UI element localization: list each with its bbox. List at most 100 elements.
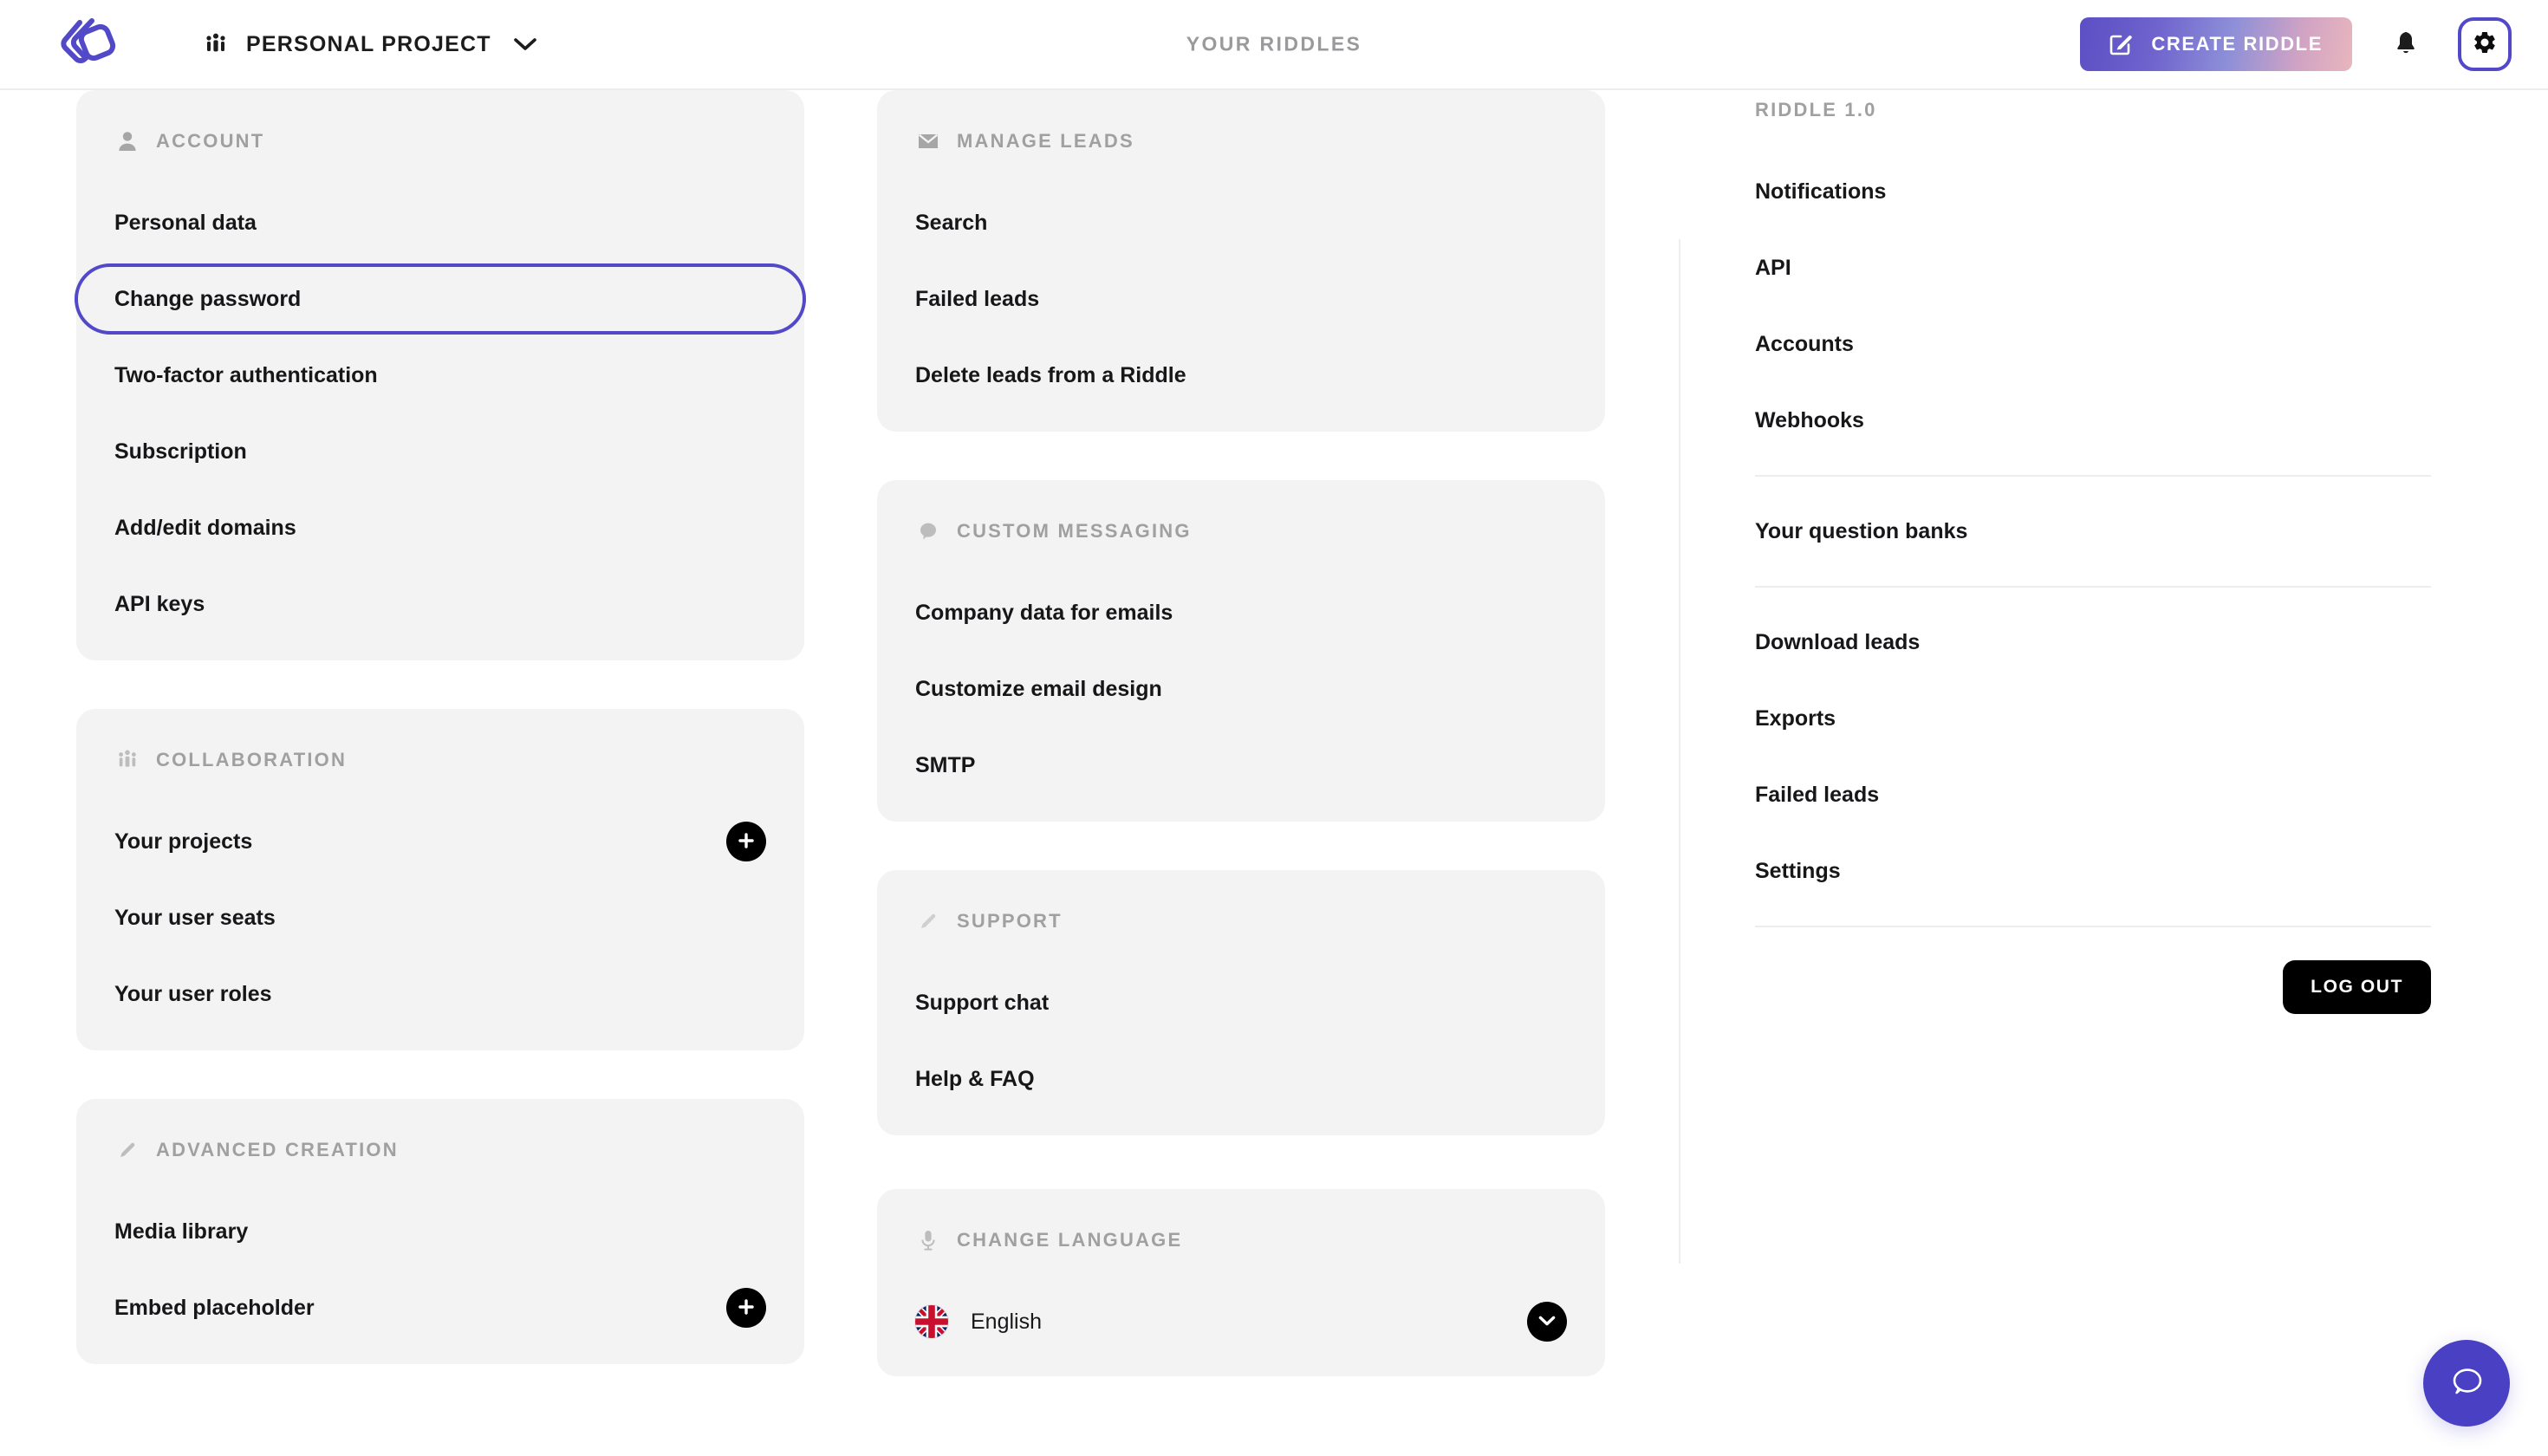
chevron-down-icon[interactable] — [513, 37, 536, 51]
create-riddle-label: CREATE RIDDLE — [2151, 33, 2323, 55]
settings-row-help-and-faq[interactable]: Help & FAQ — [915, 1054, 1567, 1104]
card-header: CUSTOM MESSAGING — [915, 511, 1567, 551]
settings-row-your-user-roles[interactable]: Your user roles — [114, 969, 766, 1019]
settings-button[interactable] — [2458, 17, 2512, 71]
settings-row-media-library[interactable]: Media library — [114, 1206, 766, 1257]
row-label[interactable]: Your projects — [114, 829, 252, 855]
card-title: ADVANCED CREATION — [156, 1139, 399, 1160]
settings-row-webhooks[interactable]: Webhooks — [1755, 395, 2431, 445]
settings-row-two-factor-authentication[interactable]: Two-factor authentication — [114, 350, 766, 400]
row-label[interactable]: Delete leads from a Riddle — [915, 363, 1186, 388]
right-column: RIDDLE 1.0 Notifications API Accounts We… — [1755, 90, 2431, 1014]
row-label[interactable]: Search — [915, 211, 987, 236]
pencil-icon — [915, 908, 941, 934]
support-chat-button[interactable] — [2423, 1340, 2510, 1427]
column-divider — [1679, 239, 1680, 1264]
row-label[interactable]: Failed leads — [1755, 783, 1879, 808]
pencil-icon — [114, 1137, 140, 1163]
settings-row-change-password[interactable]: Change password — [75, 263, 806, 335]
settings-row-your-user-seats[interactable]: Your user seats — [114, 893, 766, 943]
top-header-bar: PERSONAL PROJECT YOUR RIDDLES CREATE RID… — [0, 0, 2548, 90]
people-icon — [114, 747, 140, 773]
row-label[interactable]: Change password — [114, 287, 301, 312]
row-label[interactable]: Support chat — [915, 991, 1049, 1016]
settings-row-your-projects[interactable]: Your projects — [114, 816, 766, 867]
row-label[interactable]: Add/edit domains — [114, 516, 296, 541]
row-label[interactable]: Failed leads — [915, 287, 1039, 312]
row-label[interactable]: Download leads — [1755, 630, 1920, 655]
row-label[interactable]: Webhooks — [1755, 408, 1864, 433]
app-logo[interactable] — [54, 17, 120, 71]
row-label[interactable]: Media library — [114, 1219, 248, 1245]
settings-row-accounts[interactable]: Accounts — [1755, 319, 2431, 369]
row-label[interactable]: Customize email design — [915, 677, 1162, 702]
settings-row-api-keys[interactable]: API keys — [114, 579, 766, 629]
row-label[interactable]: Your user roles — [114, 982, 272, 1007]
settings-row-support-chat[interactable]: Support chat — [915, 978, 1567, 1028]
settings-row-customize-email-design[interactable]: Customize email design — [915, 664, 1567, 714]
row-label[interactable]: Embed placeholder — [114, 1296, 315, 1321]
settings-row-settings[interactable]: Settings — [1755, 846, 2431, 896]
settings-row-exports[interactable]: Exports — [1755, 693, 2431, 744]
riddle-version-title: RIDDLE 1.0 — [1755, 99, 1877, 120]
row-label[interactable]: Help & FAQ — [915, 1067, 1035, 1092]
row-label[interactable]: Two-factor authentication — [114, 363, 378, 388]
row-label[interactable]: Your question banks — [1755, 519, 1967, 544]
card-header: ACCOUNT — [114, 121, 766, 161]
logout-row: LOG OUT — [1755, 960, 2431, 1014]
language-selector[interactable]: English — [915, 1297, 1567, 1347]
middle-column: MANAGE LEADS Search Failed leads Delete … — [877, 90, 1605, 1376]
settings-row-failed-leads-v1[interactable]: Failed leads — [1755, 770, 2431, 820]
settings-row-subscription[interactable]: Subscription — [114, 426, 766, 477]
settings-row-failed-leads[interactable]: Failed leads — [915, 274, 1567, 324]
row-label[interactable]: Notifications — [1755, 179, 1886, 205]
notifications-button[interactable] — [2389, 24, 2423, 65]
card-title: COLLABORATION — [156, 749, 348, 770]
settings-row-delete-leads-from-a-riddle[interactable]: Delete leads from a Riddle — [915, 350, 1567, 400]
section-divider — [1755, 475, 2431, 477]
people-icon — [205, 33, 227, 55]
add-project-button[interactable] — [726, 822, 766, 861]
card-title: MANAGE LEADS — [957, 130, 1134, 152]
settings-row-download-leads[interactable]: Download leads — [1755, 617, 2431, 667]
selected-language-label: English — [971, 1309, 1042, 1334]
row-label[interactable]: Personal data — [114, 211, 257, 236]
add-embed-placeholder-button[interactable] — [726, 1288, 766, 1328]
logout-button[interactable]: LOG OUT — [2283, 960, 2431, 1014]
settings-row-your-question-banks[interactable]: Your question banks — [1755, 506, 2431, 556]
row-label[interactable]: Exports — [1755, 706, 1836, 731]
row-label[interactable]: SMTP — [915, 753, 975, 778]
collaboration-card: COLLABORATION Your projects Your user se… — [76, 709, 804, 1050]
settings-row-smtp[interactable]: SMTP — [915, 740, 1567, 790]
row-label[interactable]: Subscription — [114, 439, 247, 465]
settings-row-embed-placeholder[interactable]: Embed placeholder — [114, 1283, 766, 1333]
account-card: ACCOUNT Personal data Change password Tw… — [75, 90, 806, 660]
row-label[interactable]: API — [1755, 256, 1791, 281]
row-label[interactable]: Accounts — [1755, 332, 1854, 357]
row-label[interactable]: API keys — [114, 592, 205, 617]
chevron-down-icon — [1538, 1315, 1556, 1329]
chat-bubble-icon — [2447, 1362, 2486, 1405]
settings-row-search[interactable]: Search — [915, 198, 1567, 248]
create-riddle-button[interactable]: CREATE RIDDLE — [2080, 17, 2352, 71]
project-switcher[interactable]: PERSONAL PROJECT — [205, 32, 536, 57]
settings-row-api[interactable]: API — [1755, 243, 2431, 293]
settings-row-add-edit-domains[interactable]: Add/edit domains — [114, 503, 766, 553]
riddle-logo-icon — [61, 18, 116, 63]
settings-row-personal-data[interactable]: Personal data — [114, 198, 766, 248]
speech-bubble-icon — [915, 518, 941, 544]
card-title: CUSTOM MESSAGING — [957, 520, 1192, 542]
settings-row-company-data-for-emails[interactable]: Company data for emails — [915, 588, 1567, 638]
row-label[interactable]: Your user seats — [114, 906, 276, 931]
uk-flag-icon — [915, 1305, 948, 1338]
card-header: SUPPORT — [915, 901, 1567, 941]
settings-row-notifications[interactable]: Notifications — [1755, 166, 2431, 217]
row-label[interactable]: Settings — [1755, 859, 1841, 884]
language-dropdown-button[interactable] — [1527, 1302, 1567, 1342]
header-actions: CREATE RIDDLE — [2080, 17, 2512, 71]
row-label[interactable]: Company data for emails — [915, 601, 1173, 626]
